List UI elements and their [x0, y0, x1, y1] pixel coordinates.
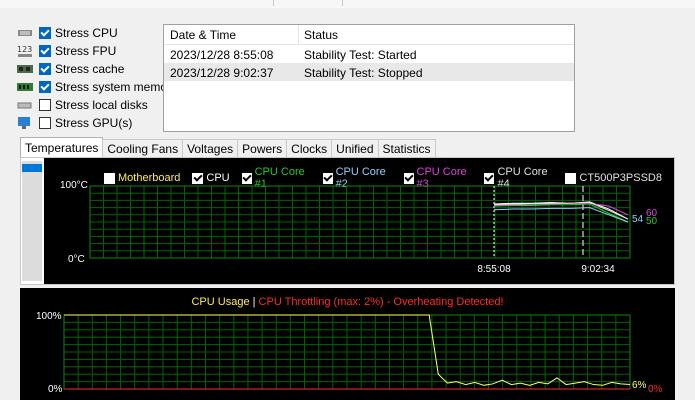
plot-labels: 100°C0°C8:55:08 9:02:346054 50 — [60, 180, 658, 275]
option-label: Stress cache — [55, 62, 125, 76]
log-header: Date & Time Status — [164, 25, 574, 45]
tab-clocks[interactable]: Clocks — [286, 139, 333, 157]
window-top-edge — [0, 0, 695, 8]
plot-series — [493, 201, 629, 223]
y-axis-min-label: 0°C — [68, 254, 85, 265]
throttle-end-label: 0% — [648, 384, 663, 395]
column-header-datetime[interactable]: Date & Time — [170, 28, 236, 42]
svg-text:123: 123 — [17, 45, 32, 54]
cpu-usage-chart: CPU Usage | CPU Throttling (max: 2%) - O… — [20, 288, 675, 400]
memory-chip-icon — [16, 62, 34, 76]
plot-labels: 100%0% 6% 0% — [36, 311, 663, 395]
option-label: Stress FPU — [55, 44, 117, 58]
scrollbar-thumb[interactable] — [22, 164, 42, 172]
x-axis-label: 9:02:34 — [581, 264, 615, 275]
ram-module-icon — [16, 80, 34, 94]
tab-unified[interactable]: Unified — [331, 139, 379, 157]
stress-cache-checkbox[interactable] — [39, 63, 51, 75]
gpu-monitor-icon — [16, 116, 34, 130]
log-row[interactable]: 2023/12/28 9:02:37 Stability Test: Stopp… — [164, 63, 574, 81]
y-axis-max-label: 100°C — [60, 180, 88, 191]
log-time: 2023/12/28 8:55:08 — [170, 48, 274, 62]
usage-plot: 100%0% 6% 0% — [36, 311, 663, 395]
column-divider[interactable] — [298, 25, 299, 45]
x-axis-label: 8:55:08 — [477, 264, 511, 275]
stress-disks-checkbox[interactable] — [39, 99, 51, 111]
column-header-status[interactable]: Status — [304, 28, 338, 42]
option-label: Stress system memory — [55, 80, 178, 94]
stress-memory-checkbox[interactable] — [39, 81, 51, 93]
stress-cpu-checkbox[interactable] — [39, 27, 51, 39]
graph-tabs: Temperatures Cooling Fans Voltages Power… — [20, 137, 436, 157]
tab-cooling-fans[interactable]: Cooling Fans — [102, 139, 184, 157]
log-status: Stability Test: Started — [304, 48, 417, 62]
test-status-log[interactable]: Date & Time Status 2023/12/28 8:55:08 St… — [163, 24, 575, 132]
plot-grid — [63, 314, 631, 390]
series-line — [493, 203, 629, 223]
log-time: 2023/12/28 9:02:37 — [170, 66, 274, 80]
option-stress-fpu[interactable]: 123 Stress FPU — [16, 42, 116, 60]
temperature-chart: Motherboard CPU CPU Core #1 CPU Core #2 … — [44, 158, 674, 284]
tab-statistics[interactable]: Statistics — [377, 139, 436, 157]
option-stress-disks[interactable]: Stress local disks — [16, 96, 148, 114]
option-stress-cache[interactable]: Stress cache — [16, 60, 124, 78]
end-value-label: 50 — [646, 216, 658, 227]
stress-fpu-checkbox[interactable] — [39, 45, 51, 57]
fpu-123-icon: 123 — [16, 44, 34, 58]
tab-voltages[interactable]: Voltages — [182, 139, 239, 157]
end-value-label: 54 — [632, 214, 644, 225]
sensor-list-scrollbar[interactable] — [22, 161, 42, 281]
temperature-plot: 100°C0°C8:55:08 9:02:346054 50 — [60, 180, 658, 275]
option-stress-memory[interactable]: Stress system memory — [16, 78, 177, 96]
tab-temperatures[interactable]: Temperatures — [20, 137, 104, 157]
cpu-chip-icon — [16, 26, 34, 40]
option-stress-gpu[interactable]: Stress GPU(s) — [16, 114, 132, 132]
y-axis-min-label: 0% — [48, 384, 63, 395]
usage-end-label: 6% — [632, 380, 647, 391]
option-label: Stress GPU(s) — [55, 116, 133, 130]
option-stress-cpu[interactable]: Stress CPU — [16, 24, 118, 42]
log-status: Stability Test: Stopped — [304, 66, 423, 80]
log-row[interactable]: 2023/12/28 8:55:08 Stability Test: Start… — [164, 45, 574, 63]
divider — [342, 0, 343, 6]
divider — [273, 0, 274, 6]
stress-gpu-checkbox[interactable] — [39, 117, 51, 129]
option-label: Stress CPU — [55, 26, 118, 40]
tab-powers[interactable]: Powers — [237, 139, 288, 157]
y-axis-max-label: 100% — [36, 311, 62, 322]
plot-grid — [89, 185, 631, 259]
disk-drive-icon — [16, 98, 34, 112]
option-label: Stress local disks — [55, 98, 148, 112]
